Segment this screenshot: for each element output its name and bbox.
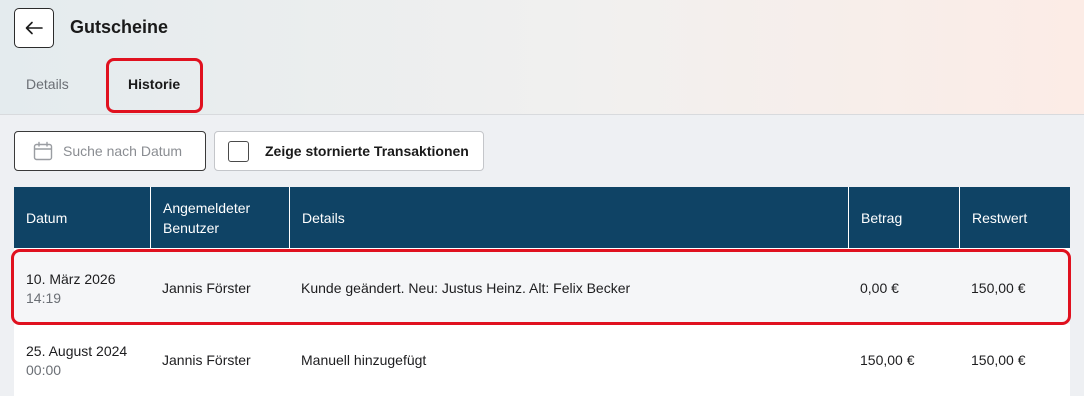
column-header-datum[interactable]: Datum xyxy=(14,187,150,248)
column-header-benutzer[interactable]: Angemeldeter Benutzer xyxy=(150,187,289,248)
row-time: 14:19 xyxy=(26,289,62,306)
table-row[interactable]: 10. März 2026 14:19 Jannis Förster Kunde… xyxy=(14,252,1070,324)
remaining-cell: 150,00 € xyxy=(971,352,1026,368)
show-cancelled-label: Zeige stornierte Transaktionen xyxy=(265,143,469,159)
column-header-details[interactable]: Details xyxy=(289,187,848,248)
show-cancelled-toggle[interactable]: Zeige stornierte Transaktionen xyxy=(214,131,484,171)
column-header-restwert[interactable]: Restwert xyxy=(959,187,1070,248)
arrow-left-icon xyxy=(25,21,43,35)
date-cell: 10. März 2026 14:19 xyxy=(14,252,150,324)
user-cell: Jannis Förster xyxy=(162,352,251,368)
calendar-icon xyxy=(33,141,53,161)
user-cell: Jannis Förster xyxy=(162,280,251,296)
show-cancelled-checkbox[interactable] xyxy=(228,140,249,162)
back-button[interactable] xyxy=(14,8,54,48)
history-table: Datum Angemeldeter Benutzer Details Betr… xyxy=(14,187,1070,396)
remaining-cell: 150,00 € xyxy=(971,280,1026,296)
amount-cell: 0,00 € xyxy=(860,280,899,296)
page-header: Gutscheine Details Historie xyxy=(0,0,1084,115)
tab-details[interactable]: Details xyxy=(26,76,69,92)
column-header-betrag[interactable]: Betrag xyxy=(848,187,959,248)
row-date: 25. August 2024 xyxy=(26,342,128,359)
date-cell: 25. August 2024 00:00 xyxy=(14,324,150,396)
table-row[interactable]: 25. August 2024 00:00 Jannis Förster Man… xyxy=(14,324,1070,396)
tab-historie[interactable]: Historie xyxy=(128,76,180,92)
date-search-field[interactable] xyxy=(14,131,206,171)
date-search-input[interactable] xyxy=(63,143,203,159)
details-cell: Manuell hinzugefügt xyxy=(301,352,427,368)
page-title: Gutscheine xyxy=(70,17,169,37)
table-header: Datum Angemeldeter Benutzer Details Betr… xyxy=(14,187,1070,248)
amount-cell: 150,00 € xyxy=(860,352,915,368)
row-date: 10. März 2026 xyxy=(26,270,116,287)
row-time: 00:00 xyxy=(26,361,62,378)
details-cell: Kunde geändert. Neu: Justus Heinz. Alt: … xyxy=(301,280,631,296)
